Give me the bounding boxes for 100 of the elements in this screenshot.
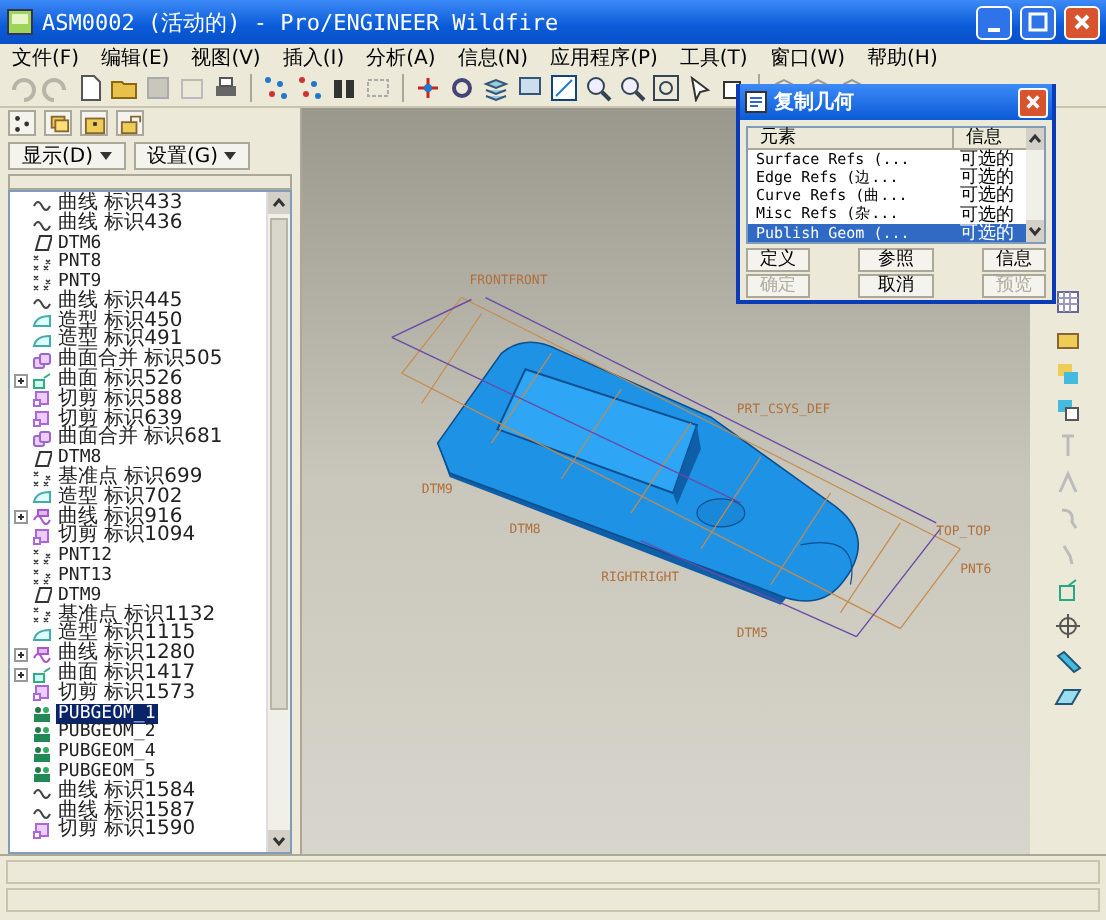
tree-item[interactable]: 曲线 标识445 <box>56 291 185 312</box>
tree-item[interactable]: PNT8 <box>56 252 104 273</box>
dialog-button[interactable]: 定义 <box>746 248 810 272</box>
tree-item[interactable]: PUBGEOM_4 <box>56 742 158 763</box>
document-icon <box>744 88 768 116</box>
cut-icon <box>32 684 52 703</box>
tree-item[interactable]: 曲线 标识433 <box>56 193 185 214</box>
scrollbar[interactable] <box>266 192 290 852</box>
caret-icon <box>99 152 112 160</box>
dialog-button[interactable]: 信息 <box>982 248 1046 272</box>
dialog-title: 复制几何 <box>774 89 856 116</box>
document-icon[interactable] <box>76 74 104 102</box>
surface-icon <box>32 665 52 684</box>
cut-icon <box>32 390 52 409</box>
tree-item[interactable]: DTM6 <box>56 233 104 253</box>
tree-item[interactable]: 造型 标识450 <box>56 311 185 332</box>
zoom-in-icon[interactable] <box>584 74 612 102</box>
tree-item[interactable]: 切剪 标识1094 <box>56 526 198 547</box>
tree-item[interactable]: PUBGEOM_2 <box>56 722 158 743</box>
printer-icon[interactable] <box>212 74 240 102</box>
tree-item[interactable]: 切剪 标识1573 <box>56 683 198 704</box>
expand-icon[interactable] <box>14 373 28 388</box>
window-title: ASM0002 (活动的) - Pro/ENGINEER Wildfire <box>42 7 561 37</box>
dropdown-button[interactable]: 设置(G) <box>133 142 251 170</box>
cursor-icon[interactable] <box>686 74 714 102</box>
tree-item[interactable]: 曲线 标识1584 <box>56 781 198 802</box>
navigator-tab[interactable] <box>80 110 108 136</box>
navigator-tab[interactable] <box>8 110 36 136</box>
copy-icon[interactable] <box>1054 396 1082 424</box>
tree-item[interactable]: 切剪 标识588 <box>56 389 185 410</box>
maximize-icon <box>1028 8 1048 36</box>
tree-item[interactable]: PNT12 <box>56 546 115 567</box>
point-icon <box>32 547 52 566</box>
dialog-button[interactable]: 取消 <box>858 274 934 298</box>
menu-item[interactable]: 视图(V) <box>191 43 261 71</box>
zoom-fit-icon[interactable] <box>652 74 680 102</box>
menu-item[interactable]: 工具(T) <box>679 43 748 71</box>
axis-icon[interactable] <box>1054 612 1082 640</box>
merge-icon <box>32 429 52 448</box>
menu-item[interactable]: 信息(N) <box>457 43 529 71</box>
point-icon <box>32 606 52 625</box>
point-icon <box>32 253 52 272</box>
layers-icon[interactable] <box>482 74 510 102</box>
info-text: 可选的 <box>960 223 1014 246</box>
expand-icon[interactable] <box>14 667 28 682</box>
expand-icon[interactable] <box>14 510 28 525</box>
maximize-button[interactable] <box>1020 5 1056 39</box>
tree-item[interactable]: 曲线 标识436 <box>56 213 185 234</box>
tree-item[interactable]: PUBGEOM_5 <box>56 762 158 783</box>
tree-item[interactable]: 造型 标识702 <box>56 487 185 508</box>
axes-icon[interactable] <box>414 74 442 102</box>
gear-icon[interactable] <box>448 74 476 102</box>
tree-item[interactable]: PUBGEOM_1 <box>56 703 158 724</box>
minimize-icon <box>988 28 1000 32</box>
expand-icon[interactable] <box>14 647 28 662</box>
close-button[interactable] <box>1018 87 1048 117</box>
scroll-down-icon[interactable] <box>268 830 290 852</box>
surface-icon <box>32 625 52 644</box>
plane-icon <box>32 449 52 468</box>
tree-item[interactable]: DTM9 <box>56 585 104 606</box>
grid-points-icon[interactable] <box>296 74 324 102</box>
menu-item[interactable]: 编辑(E) <box>101 43 170 71</box>
info-text: 可选的 <box>960 203 1014 226</box>
plane-icon <box>32 586 52 605</box>
grid-icon[interactable] <box>1054 288 1082 316</box>
scroll-up-icon[interactable] <box>268 192 290 214</box>
menu-item[interactable]: 帮助(H) <box>867 43 938 71</box>
menu-item[interactable]: 应用程序(P) <box>550 43 658 71</box>
curve-icon <box>32 508 52 527</box>
app-icon <box>6 8 34 36</box>
tree-item[interactable]: 切剪 标识1590 <box>56 820 198 841</box>
menu-item[interactable]: 分析(A) <box>366 43 436 71</box>
group-icon <box>32 763 52 781</box>
scrollbar[interactable] <box>1026 128 1044 242</box>
scroll-down-icon[interactable] <box>1026 220 1044 242</box>
point-icon <box>32 469 52 488</box>
cut-icon <box>32 527 52 546</box>
surface-icon <box>32 488 52 507</box>
dialog-button[interactable]: 参照 <box>858 248 934 272</box>
minimize-button[interactable] <box>976 5 1012 39</box>
frame-icon[interactable] <box>550 74 578 102</box>
point-icon <box>32 567 52 586</box>
point-icon <box>32 273 52 292</box>
close-button[interactable] <box>1064 5 1100 39</box>
column-header[interactable]: 信息 <box>954 128 1002 148</box>
menu-item[interactable]: 文件(F) <box>12 43 80 71</box>
group-icon <box>32 743 52 762</box>
dropdown-button[interactable]: 显示(D) <box>8 142 126 170</box>
group-icon <box>32 723 52 742</box>
tree-item[interactable]: 曲面合并 标识681 <box>56 428 225 449</box>
pencil-icon[interactable] <box>1054 648 1082 676</box>
tree-item[interactable]: PNT13 <box>56 566 115 587</box>
group-icon <box>32 704 52 723</box>
clamp-icon[interactable] <box>330 74 358 102</box>
grid-points-icon[interactable] <box>262 74 290 102</box>
menu-item[interactable]: 插入(I) <box>282 43 345 71</box>
menu-item[interactable]: 窗口(W) <box>769 43 846 71</box>
cut-icon <box>32 821 52 840</box>
scroll-up-icon[interactable] <box>1026 128 1044 150</box>
zoom-out-icon[interactable] <box>618 74 646 102</box>
